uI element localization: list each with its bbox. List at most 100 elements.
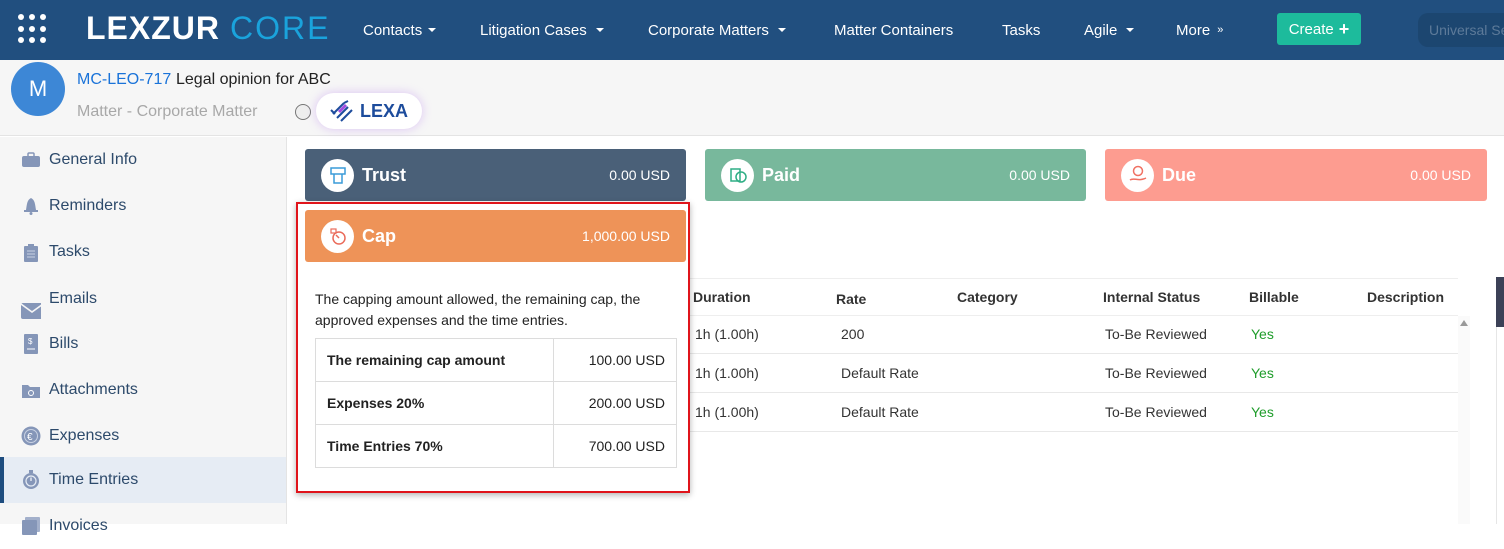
nav-corporate-matters[interactable]: Corporate Matters bbox=[648, 0, 786, 60]
clipboard-icon bbox=[21, 243, 41, 262]
apps-grid-icon[interactable] bbox=[18, 14, 48, 44]
nav-more[interactable]: More » bbox=[1176, 0, 1223, 60]
sidebar-item-bills[interactable]: $ Bills bbox=[0, 321, 286, 367]
column-header-internal-status[interactable]: Internal Status bbox=[1103, 279, 1200, 315]
rate-cell: 200 bbox=[841, 326, 865, 342]
nav-contacts[interactable]: Contacts bbox=[363, 0, 437, 60]
bell-icon bbox=[21, 197, 41, 215]
trust-card[interactable]: Trust 0.00 USD bbox=[305, 149, 686, 201]
table-row[interactable]: 1h (1.00h) Default Rate To-Be Reviewed Y… bbox=[690, 393, 1458, 432]
paid-amount: 0.00 USD bbox=[1009, 167, 1070, 183]
sidebar-item-reminders[interactable]: Reminders bbox=[0, 183, 286, 229]
column-header-category[interactable]: Category bbox=[957, 279, 1018, 315]
nav-label: Corporate Matters bbox=[648, 21, 769, 39]
sidebar-item-label: Time Entries bbox=[49, 471, 139, 488]
column-header-rate[interactable]: Rate bbox=[836, 281, 866, 317]
svg-text:$: $ bbox=[28, 337, 33, 346]
cap-row-label: Expenses 20% bbox=[315, 381, 554, 425]
trust-label: Trust bbox=[362, 164, 407, 185]
cap-row-value: 200.00 USD bbox=[553, 381, 677, 425]
cap-description: The capping amount allowed, the remainin… bbox=[315, 291, 641, 328]
lexa-button[interactable]: LEXA bbox=[316, 93, 422, 129]
table-row[interactable]: 1h (1.00h) Default Rate To-Be Reviewed Y… bbox=[690, 354, 1458, 393]
column-header-billable[interactable]: Billable bbox=[1249, 279, 1299, 315]
billable-cell: Yes bbox=[1251, 326, 1274, 342]
cap-row-label: The remaining cap amount bbox=[315, 338, 554, 382]
create-button[interactable]: Create + bbox=[1277, 13, 1361, 45]
nav-tasks[interactable]: Tasks bbox=[1002, 0, 1040, 60]
nav-label: More bbox=[1176, 21, 1211, 39]
nav-label: Agile bbox=[1084, 21, 1118, 39]
cap-row: Time Entries 70% 700.00 USD bbox=[315, 424, 677, 468]
due-label: Due bbox=[1162, 164, 1197, 185]
svg-text:€: € bbox=[27, 432, 33, 443]
column-header-duration[interactable]: Duration bbox=[693, 279, 751, 315]
cap-amount: 1,000.00 USD bbox=[582, 228, 670, 244]
cap-row-value: 100.00 USD bbox=[553, 338, 677, 382]
rate-cell: Default Rate bbox=[841, 365, 919, 381]
billable-cell: Yes bbox=[1251, 365, 1274, 381]
briefcase-icon bbox=[21, 151, 41, 169]
sidebar-item-label: Expenses bbox=[49, 427, 120, 444]
internal-status-cell: To-Be Reviewed bbox=[1105, 326, 1207, 342]
cap-stopwatch-icon bbox=[321, 219, 354, 253]
caret-down-icon bbox=[428, 28, 437, 32]
trust-amount: 0.00 USD bbox=[609, 167, 670, 183]
nav-litigation-cases[interactable]: Litigation Cases bbox=[480, 0, 604, 60]
sidebar-item-emails[interactable]: Emails bbox=[0, 275, 286, 321]
nav-matter-containers[interactable]: Matter Containers bbox=[834, 0, 953, 60]
lexa-chip-icon bbox=[330, 100, 353, 122]
sidebar: General Info Reminders Tasks Emails $ Bi… bbox=[0, 137, 287, 535]
duration-cell: 1h (1.00h) bbox=[695, 326, 759, 342]
sidebar-item-label: Emails bbox=[49, 290, 98, 307]
sidebar-item-label: Tasks bbox=[49, 243, 90, 260]
scroll-up-arrow-icon[interactable] bbox=[1460, 320, 1468, 326]
duration-cell: 1h (1.00h) bbox=[695, 404, 759, 420]
nav-label: Matter Containers bbox=[834, 21, 954, 39]
create-label: Create bbox=[1288, 20, 1334, 38]
billable-cell: Yes bbox=[1251, 404, 1274, 420]
sidebar-item-label: Reminders bbox=[49, 197, 127, 214]
top-navbar: LEXZUR CORE Contacts Litigation Cases Cor… bbox=[0, 0, 1504, 60]
table-scrollbar[interactable] bbox=[1458, 316, 1470, 524]
column-header-description[interactable]: Description bbox=[1367, 279, 1444, 315]
sidebar-item-general-info[interactable]: General Info bbox=[0, 137, 286, 183]
logo-main: LEXZUR bbox=[86, 10, 220, 46]
sidebar-item-label: Bills bbox=[49, 335, 79, 352]
due-hand-coin-icon bbox=[1121, 158, 1154, 192]
double-chevron-down-icon: » bbox=[1217, 24, 1224, 36]
fan-icon[interactable] bbox=[295, 104, 311, 120]
stopwatch-icon bbox=[21, 470, 41, 489]
trust-hand-icon bbox=[321, 158, 354, 192]
envelope-icon bbox=[21, 302, 41, 320]
time-entries-table-header: Duration Rate Category Internal Status B… bbox=[690, 278, 1458, 316]
matter-title: Legal opinion for ABC bbox=[176, 71, 331, 88]
folder-icon bbox=[21, 381, 41, 399]
cap-row-value: 700.00 USD bbox=[553, 424, 677, 468]
sidebar-item-invoices[interactable]: Invoices bbox=[0, 503, 286, 549]
table-row[interactable]: 1h (1.00h) 200 To-Be Reviewed Yes bbox=[690, 315, 1458, 354]
cap-card[interactable]: Cap 1,000.00 USD bbox=[305, 210, 686, 262]
paid-card[interactable]: Paid 0.00 USD bbox=[705, 149, 1086, 201]
app-logo[interactable]: LEXZUR CORE bbox=[86, 10, 330, 47]
matter-type: Matter - Corporate Matter bbox=[77, 103, 258, 120]
duration-cell: 1h (1.00h) bbox=[695, 365, 759, 381]
caret-down-icon bbox=[777, 28, 786, 32]
sidebar-item-tasks[interactable]: Tasks bbox=[0, 229, 286, 275]
cap-label: Cap bbox=[362, 225, 397, 246]
sidebar-item-time-entries[interactable]: Time Entries bbox=[0, 457, 286, 503]
universal-search-input[interactable]: Universal Search bbox=[1418, 13, 1504, 47]
cap-breakdown-table: The remaining cap amount 100.00 USD Expe… bbox=[315, 338, 677, 468]
cap-popover: Cap 1,000.00 USD The capping amount allo… bbox=[296, 202, 690, 493]
paid-coins-icon bbox=[721, 158, 754, 192]
avatar: M bbox=[11, 62, 65, 116]
due-amount: 0.00 USD bbox=[1410, 167, 1471, 183]
caret-down-icon bbox=[595, 28, 604, 32]
sidebar-item-expenses[interactable]: € Expenses bbox=[0, 413, 286, 459]
sidebar-item-attachments[interactable]: Attachments bbox=[0, 367, 286, 413]
due-card[interactable]: Due 0.00 USD bbox=[1105, 149, 1487, 201]
paid-label: Paid bbox=[762, 164, 801, 185]
page-scrollbar-thumb[interactable] bbox=[1496, 277, 1504, 327]
matter-id-link[interactable]: MC-LEO-717 bbox=[77, 71, 171, 89]
nav-agile[interactable]: Agile bbox=[1084, 0, 1135, 60]
